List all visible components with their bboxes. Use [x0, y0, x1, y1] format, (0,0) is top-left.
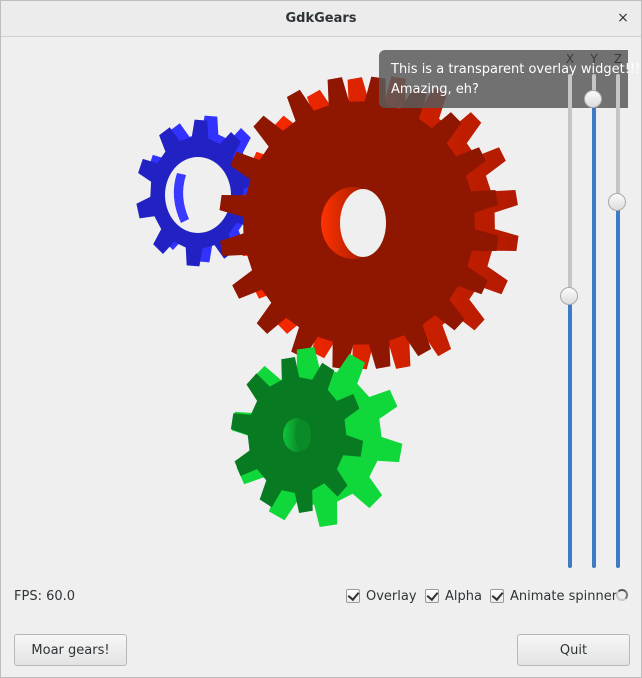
- spinner-icon: [616, 589, 628, 601]
- green-gear: [230, 347, 403, 527]
- animate-spinner-checkbox-label: Animate spinner: [510, 588, 618, 604]
- slider-x-label: X: [565, 52, 575, 66]
- more-gears-button[interactable]: Moar gears!: [14, 634, 127, 666]
- animate-spinner-checkbox[interactable]: Animate spinner: [490, 587, 617, 605]
- slider-y[interactable]: Y: [584, 52, 602, 568]
- slider-y-label: Y: [590, 52, 598, 66]
- close-icon[interactable]: ×: [615, 10, 631, 26]
- fps-label: FPS: 60.0: [14, 589, 76, 604]
- alpha-checkbox[interactable]: Alpha: [425, 587, 482, 605]
- overlay-checkbox-label: Overlay: [366, 588, 417, 604]
- red-gear: [219, 76, 519, 370]
- checkbox-box[interactable]: [425, 589, 439, 603]
- slider-z-label: Z: [613, 52, 623, 66]
- checkbox-box[interactable]: [346, 589, 360, 603]
- slider-x-knob[interactable]: [560, 287, 578, 306]
- slider-z[interactable]: Z: [608, 52, 626, 568]
- gears-canvas: [136, 76, 519, 527]
- window-title: GdkGears: [285, 11, 357, 26]
- slider-z-fill: [616, 202, 620, 568]
- slider-x[interactable]: X: [560, 52, 578, 568]
- slider-x-fill: [568, 296, 572, 568]
- slider-z-knob[interactable]: [608, 193, 626, 212]
- quit-button[interactable]: Quit: [517, 634, 630, 666]
- titlebar[interactable]: GdkGears ×: [1, 1, 641, 37]
- checkbox-box[interactable]: [490, 589, 504, 603]
- alpha-checkbox-label: Alpha: [445, 588, 482, 604]
- overlay-checkbox[interactable]: Overlay: [346, 587, 417, 605]
- slider-y-fill: [592, 98, 596, 568]
- slider-y-knob[interactable]: [584, 89, 602, 108]
- app-window: GdkGears × This is a transparent overlay…: [0, 0, 642, 678]
